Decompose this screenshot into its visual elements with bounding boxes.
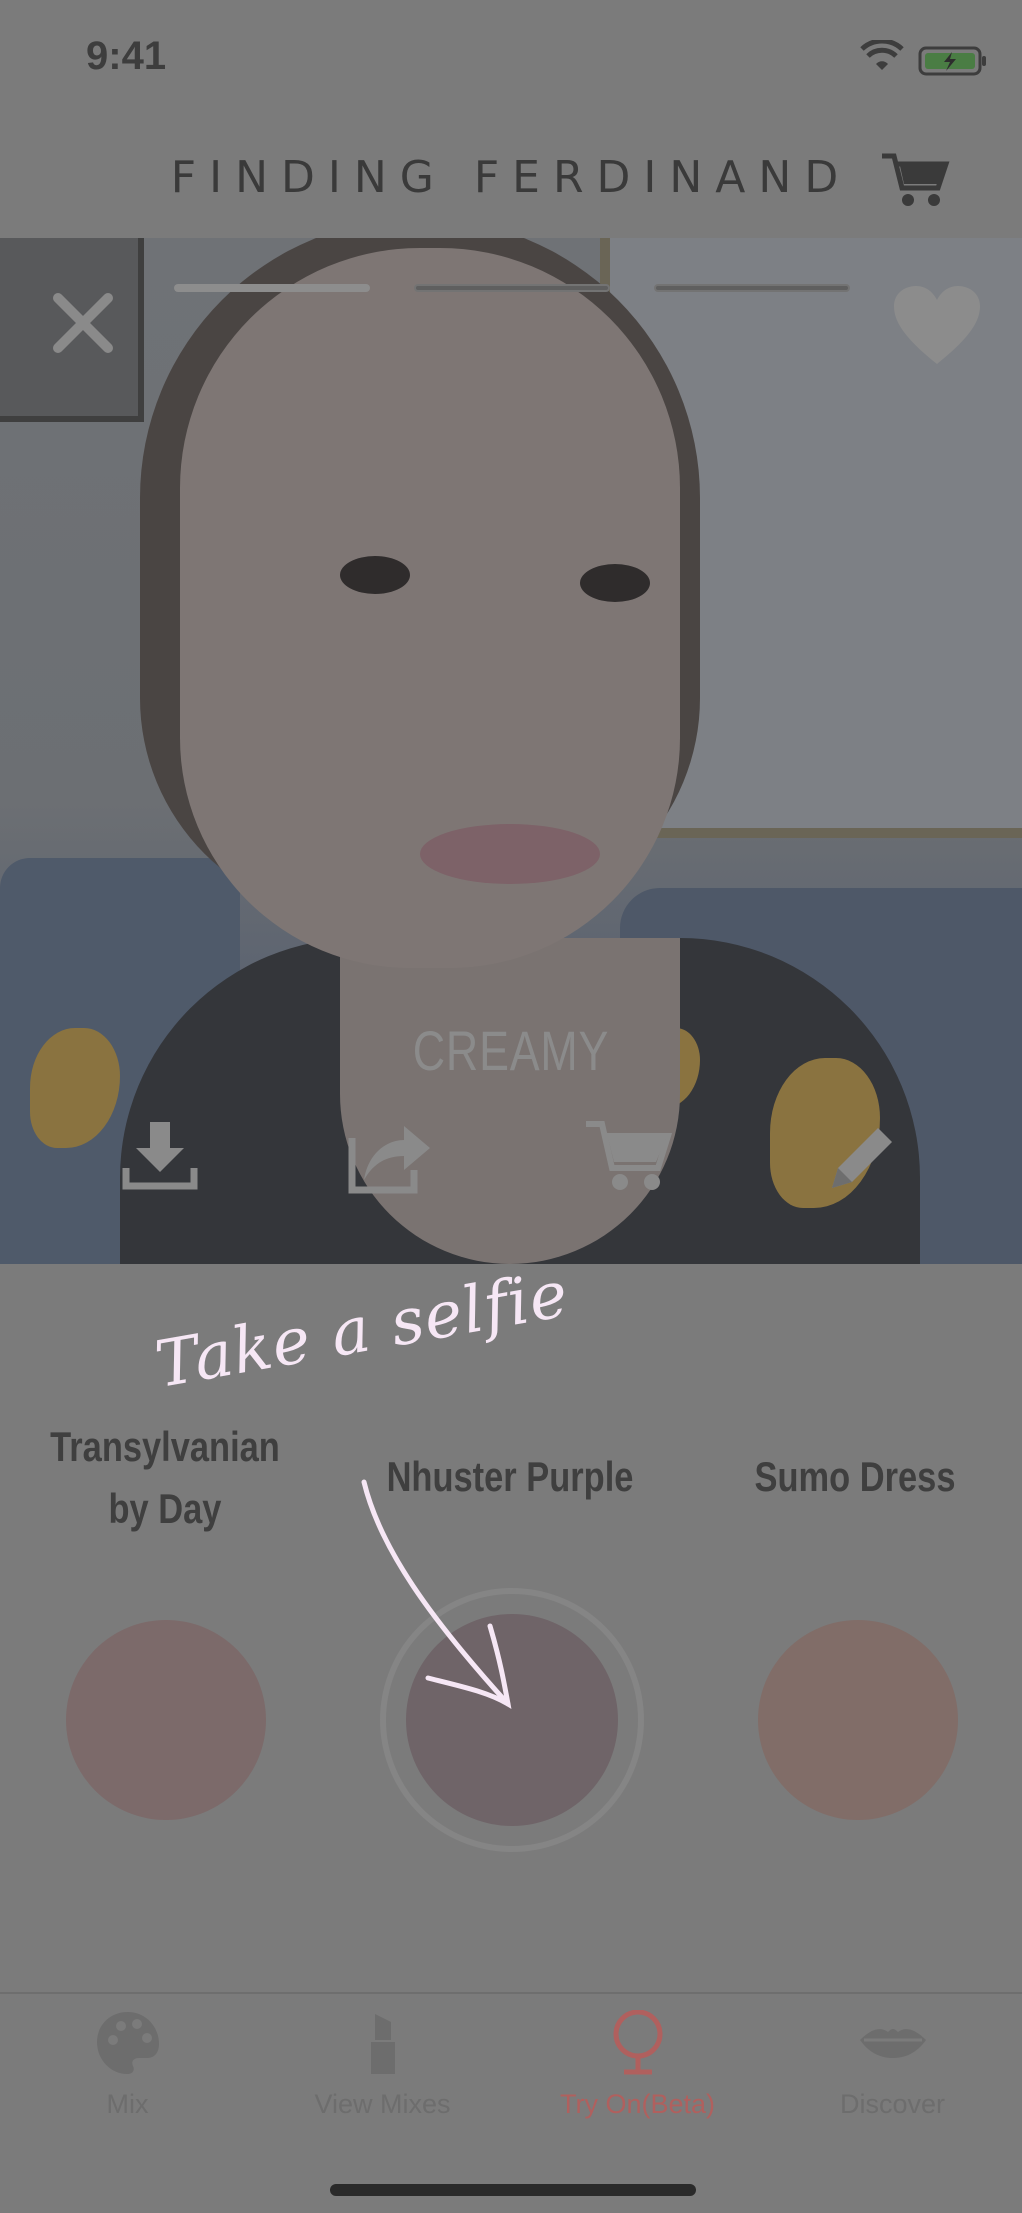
battery-icon [918, 46, 986, 76]
lipstick-icon [370, 2014, 395, 2074]
eye [580, 564, 650, 602]
wifi-icon [860, 40, 904, 70]
story-progress-segment [654, 284, 850, 292]
shade-swatch[interactable] [758, 1620, 958, 1820]
tab-label: View Mixes [314, 2089, 451, 2119]
shade-swatch[interactable] [66, 1620, 266, 1820]
close-icon[interactable] [50, 290, 116, 356]
lips [420, 824, 600, 884]
tab-label: Discover [839, 2089, 946, 2119]
tab-label: Try On(Beta) [559, 2089, 716, 2119]
heart-icon[interactable] [892, 284, 982, 366]
neck [340, 938, 680, 1264]
cart-icon[interactable] [880, 150, 950, 210]
download-icon[interactable] [122, 1118, 198, 1190]
selfie-photo: CREAMY [0, 238, 1022, 1264]
finish-label: CREAMY [412, 1019, 610, 1082]
story-progress-segment [174, 284, 370, 292]
cart-icon[interactable] [584, 1118, 674, 1194]
tab-try-on[interactable]: Try On(Beta) [510, 2009, 765, 2120]
shade-name: Transylvanian by Day [50, 1423, 280, 1532]
tab-mix[interactable]: Mix [0, 2010, 255, 2120]
brand-title: FINDING FERDINAND [170, 152, 852, 203]
tab-view-mixes[interactable]: View Mixes [255, 2010, 510, 2120]
edit-pencil-icon[interactable] [822, 1118, 902, 1198]
story-progress-segment [414, 284, 610, 292]
annotation-arrow [361, 1479, 512, 1709]
take-selfie-annotation: Take a selfie [150, 1257, 575, 1403]
eye [340, 556, 410, 594]
tab-discover[interactable]: Discover [765, 2010, 1020, 2120]
palette-icon [96, 2012, 159, 2074]
shade-name: Sumo Dress [754, 1453, 956, 1500]
share-icon[interactable] [348, 1118, 432, 1194]
home-indicator [330, 2184, 696, 2196]
mirror-icon [613, 2009, 662, 2075]
status-time: 9:41 [86, 34, 167, 78]
lips-icon [859, 2029, 926, 2058]
tab-label: Mix [106, 2089, 149, 2119]
